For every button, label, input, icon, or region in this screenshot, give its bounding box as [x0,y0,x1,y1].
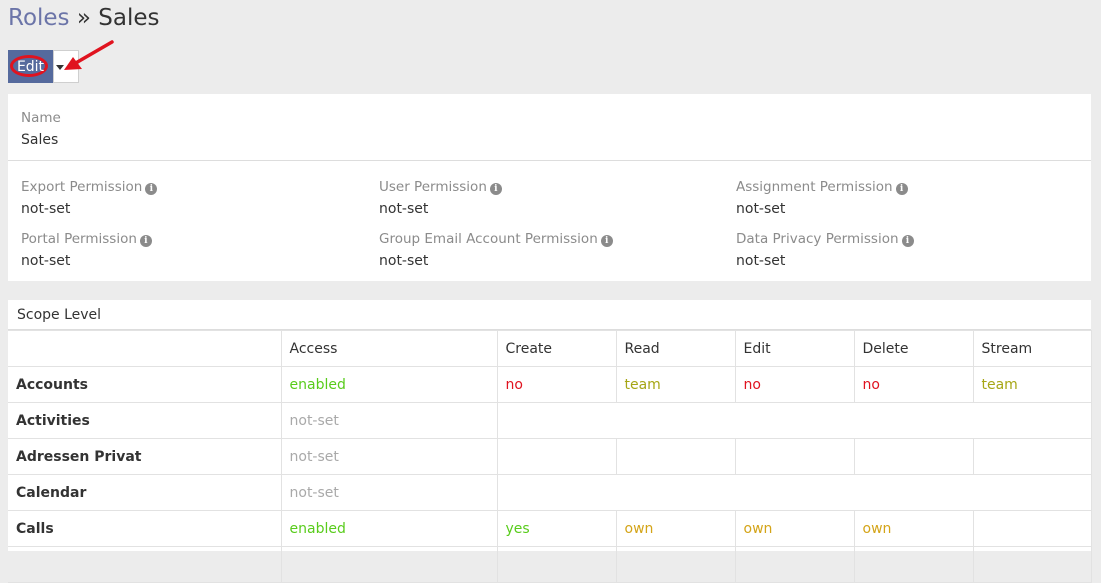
edit-value: own [734,510,855,547]
access-value: not-set [280,402,498,439]
scope-name: Adressen Privat [8,438,282,475]
table-row: Adressen Privat not-set [8,438,1092,475]
data-privacy-permission-value: not-set [736,253,786,269]
edit-button[interactable]: Edit [8,50,53,83]
export-permission-field: Export Permission i not-set [21,178,158,219]
access-value: enabled [280,510,498,547]
empty-cell [496,402,1092,439]
scope-name: Calls [8,510,282,547]
data-privacy-permission-field: Data Privacy Permission i not-set [736,230,914,271]
scope-level-title: Scope Level [8,300,1091,330]
edit-value: no [734,366,855,403]
create-value [496,438,617,475]
group-email-account-permission-value: not-set [379,253,429,269]
assignment-permission-value: not-set [736,201,786,217]
info-icon[interactable]: i [901,235,914,247]
info-icon[interactable]: i [145,183,158,195]
name-value: Sales [21,132,59,148]
read-value: own [615,510,736,547]
scope-name [8,546,282,583]
scope-name: Calendar [8,474,282,511]
read-value [615,438,736,475]
table-header-row: Access Create Read Edit Delete Stream [8,330,1092,367]
portal-permission-field: Portal Permission i not-set [21,230,152,271]
export-permission-label: Export Permission [21,179,143,195]
portal-permission-value: not-set [21,253,71,269]
info-icon[interactable]: i [489,183,502,195]
breadcrumb: Roles » Sales [8,4,159,32]
delete-value [853,438,974,475]
access-value: not-set [280,474,498,511]
column-header-create: Create [496,330,617,367]
data-privacy-permission-label: Data Privacy Permission [736,231,899,247]
user-permission-field: User Permission i not-set [379,178,502,219]
create-value: yes [496,510,617,547]
page-title: Sales [98,5,160,31]
export-permission-value: not-set [21,201,71,217]
scope-level-table: Access Create Read Edit Delete Stream Ac… [8,330,1092,583]
empty-cell [496,474,1092,511]
info-icon[interactable]: i [600,235,613,247]
name-field: Name Sales [21,109,61,150]
column-header-access: Access [280,330,498,367]
assignment-permission-field: Assignment Permission i not-set [736,178,908,219]
access-value: enabled [280,366,498,403]
table-row: Activities not-set [8,402,1092,439]
scope-level-panel: Scope Level Access Create Read Edit Dele… [8,300,1092,583]
table-row: Calls enabled yes own own own [8,510,1092,547]
create-value: no [496,366,617,403]
column-header-stream: Stream [972,330,1092,367]
user-permission-value: not-set [379,201,429,217]
edit-button-label: Edit [16,58,45,75]
edit-value [734,438,855,475]
read-value: team [615,366,736,403]
annotation-arrow-icon [64,40,114,70]
name-row: Name Sales [8,94,1091,161]
scope-name: Accounts [8,366,282,403]
breadcrumb-separator: » [76,5,91,31]
column-header-delete: Delete [853,330,974,367]
name-label: Name [21,110,61,126]
table-row: Accounts enabled no team no no team [8,366,1092,403]
delete-value: no [853,366,974,403]
portal-permission-label: Portal Permission [21,231,137,247]
stream-value: team [972,366,1092,403]
stream-value [972,438,1092,475]
stream-value [972,510,1092,547]
assignment-permission-label: Assignment Permission [736,179,893,195]
group-email-account-permission-label: Group Email Account Permission [379,231,598,247]
info-icon[interactable]: i [895,183,908,195]
column-header-read: Read [615,330,736,367]
user-permission-label: User Permission [379,179,487,195]
access-value: not-set [280,438,498,475]
table-row [8,546,1092,583]
delete-value: own [853,510,974,547]
scope-name: Activities [8,402,282,439]
info-icon[interactable]: i [139,235,152,247]
details-panel: Name Sales Export Permission i not-set Us… [8,94,1091,281]
table-row: Calendar not-set [8,474,1092,511]
breadcrumb-link-roles[interactable]: Roles [8,5,70,31]
group-email-account-permission-field: Group Email Account Permission i not-set [379,230,613,271]
column-header-scope [8,330,282,367]
column-header-edit: Edit [734,330,855,367]
